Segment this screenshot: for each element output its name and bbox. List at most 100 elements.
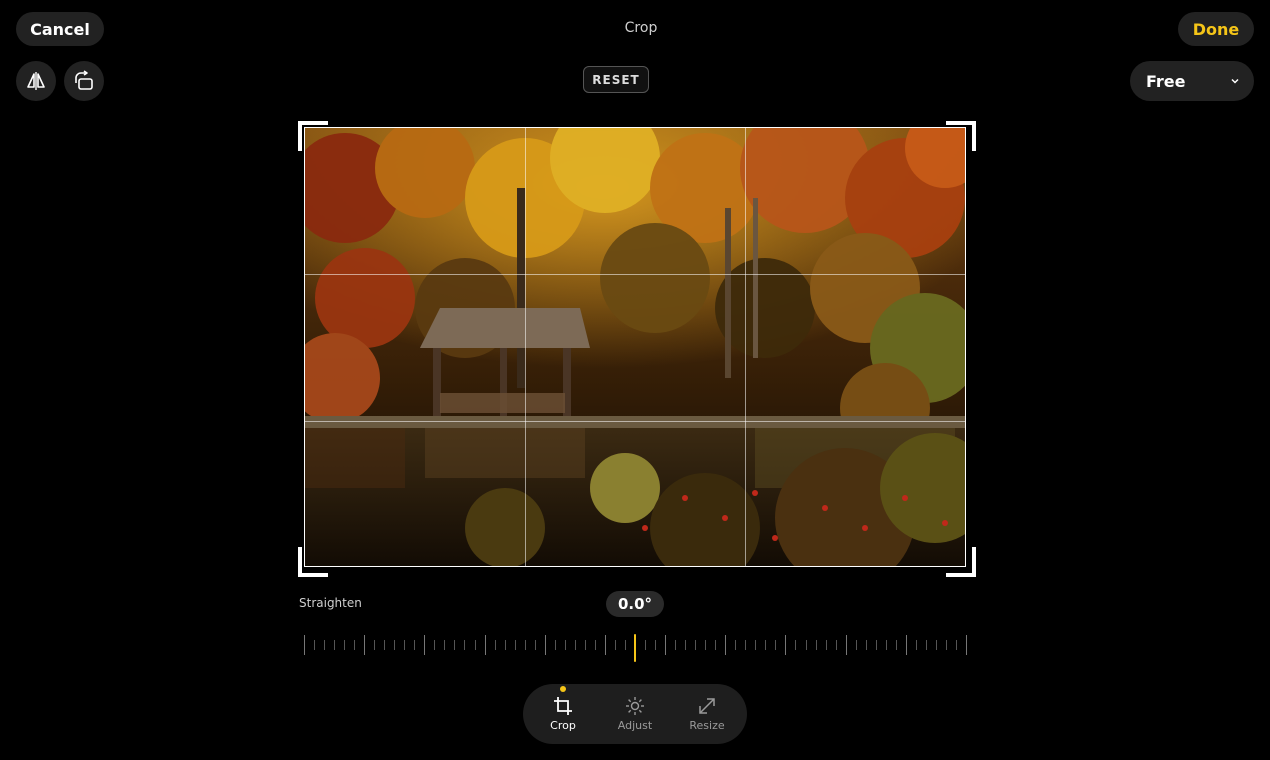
- tool-resize[interactable]: Resize: [671, 684, 743, 744]
- autumn-pond-photo: [305, 128, 965, 566]
- ruler-tick: [705, 640, 706, 650]
- reset-button[interactable]: RESET: [583, 66, 649, 93]
- ruler-tick: [515, 640, 516, 650]
- ruler-tick: [655, 640, 656, 650]
- ruler-tick: [485, 635, 486, 655]
- aspect-ratio-value: Free: [1146, 71, 1186, 91]
- ruler-tick: [735, 640, 736, 650]
- ruler-tick: [615, 640, 616, 650]
- resize-icon: [699, 698, 715, 714]
- ruler-tick: [806, 640, 807, 650]
- ruler-tick: [946, 640, 947, 650]
- ruler-tick: [314, 640, 315, 650]
- ruler-tick: [675, 640, 676, 650]
- crop-handle-bottom-right[interactable]: [946, 547, 976, 577]
- ruler-tick: [846, 635, 847, 655]
- ruler-tick: [354, 640, 355, 650]
- grid-line: [745, 128, 746, 566]
- ruler-tick: [866, 640, 867, 650]
- crop-handle-top-left[interactable]: [298, 121, 328, 151]
- ruler-tick: [715, 640, 716, 650]
- ruler-tick: [795, 640, 796, 650]
- ruler-tick: [936, 640, 937, 650]
- ruler-tick: [625, 640, 626, 650]
- done-button[interactable]: Done: [1178, 12, 1254, 46]
- ruler-tick: [334, 640, 335, 650]
- tool-label: Adjust: [617, 719, 653, 732]
- ruler-tick: [585, 640, 586, 650]
- rotate-icon: [75, 70, 93, 90]
- ruler-tick: [926, 640, 927, 650]
- chevron-down-icon: [1231, 78, 1239, 84]
- ruler-tick: [364, 635, 365, 655]
- ruler-tick: [695, 640, 696, 650]
- editor-toolbar: Crop Adjust Resize: [523, 684, 747, 744]
- ruler-tick: [394, 640, 395, 650]
- ruler-tick: [414, 640, 415, 650]
- active-dot: [560, 686, 566, 692]
- flip-button[interactable]: [16, 61, 56, 101]
- ruler-tick: [454, 640, 455, 650]
- ruler-tick: [886, 640, 887, 650]
- ruler-tick: [876, 640, 877, 650]
- ruler-tick: [464, 640, 465, 650]
- ruler-tick: [444, 640, 445, 650]
- crop-image[interactable]: [304, 127, 966, 567]
- ruler-tick: [785, 635, 786, 655]
- brightness-icon: [626, 697, 644, 715]
- ruler-tick: [595, 640, 596, 650]
- ruler-tick: [475, 640, 476, 650]
- crop-handle-top-right[interactable]: [946, 121, 976, 151]
- ruler-tick: [495, 640, 496, 650]
- crop-handle-bottom-left[interactable]: [298, 547, 328, 577]
- ruler-tick: [605, 635, 606, 655]
- ruler-tick: [344, 640, 345, 650]
- ruler-tick: [645, 640, 646, 650]
- ruler-tick: [745, 640, 746, 650]
- ruler-tick: [404, 640, 405, 650]
- ruler-tick: [775, 640, 776, 650]
- ruler-tick: [384, 640, 385, 650]
- aspect-ratio-select[interactable]: Free: [1130, 61, 1254, 101]
- rotate-button[interactable]: [64, 61, 104, 101]
- ruler-tick: [324, 640, 325, 650]
- tool-label: Resize: [689, 719, 725, 732]
- ruler-tick: [836, 640, 837, 650]
- straighten-label: Straighten: [299, 596, 362, 610]
- ruler-tick: [525, 640, 526, 650]
- ruler-tick: [505, 640, 506, 650]
- ruler-tick: [665, 635, 666, 655]
- ruler-tick: [856, 640, 857, 650]
- ruler-tick: [555, 640, 556, 650]
- ruler-tick: [956, 640, 957, 650]
- ruler-tick: [826, 640, 827, 650]
- ruler-tick: [916, 640, 917, 650]
- grid-line: [305, 274, 965, 275]
- crop-icon: [554, 697, 572, 715]
- page-title: Crop: [624, 20, 658, 36]
- tool-label: Crop: [550, 719, 576, 732]
- ruler-tick: [434, 640, 435, 650]
- ruler-tick: [755, 640, 756, 650]
- ruler-tick: [966, 635, 967, 655]
- ruler-tick: [906, 635, 907, 655]
- ruler-tick: [575, 640, 576, 650]
- ruler-tick: [896, 640, 897, 650]
- grid-line: [525, 128, 526, 566]
- ruler-tick: [304, 635, 305, 655]
- ruler-tick: [565, 640, 566, 650]
- cancel-button[interactable]: Cancel: [16, 12, 104, 46]
- ruler-tick: [725, 635, 726, 655]
- ruler-tick: [424, 635, 425, 655]
- ruler-tick: [816, 640, 817, 650]
- grid-line: [305, 421, 965, 422]
- tool-crop[interactable]: Crop: [527, 684, 599, 744]
- tool-adjust[interactable]: Adjust: [599, 684, 671, 744]
- flip-horizontal-icon: [27, 72, 45, 90]
- straighten-indicator[interactable]: [634, 634, 636, 662]
- ruler-tick: [765, 640, 766, 650]
- ruler-tick: [545, 635, 546, 655]
- ruler-tick: [685, 640, 686, 650]
- ruler-tick: [374, 640, 375, 650]
- angle-value: 0.0°: [606, 591, 664, 617]
